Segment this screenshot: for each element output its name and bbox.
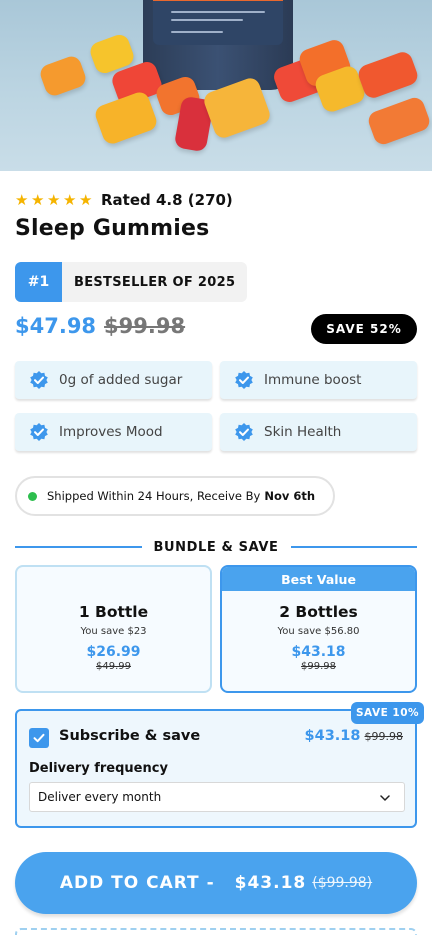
product-hero-image xyxy=(0,0,432,171)
subscribe-and-save-box: SAVE 10% Subscribe & save $43.18 $99.98 D… xyxy=(15,702,424,828)
feature-label: Immune boost xyxy=(264,372,362,388)
gummy-jar-image xyxy=(143,0,293,90)
original-price: $99.98 xyxy=(104,314,186,338)
feature-item: 0g of added sugar xyxy=(15,361,212,399)
bundle-option-2-bottles[interactable]: Best Value 2 Bottles You save $56.80 $43… xyxy=(220,565,417,693)
bundle-old-price: $49.99 xyxy=(96,661,131,672)
bundle-old-price: $99.98 xyxy=(301,661,336,672)
best-value-tag: Best Value xyxy=(222,567,415,591)
bundle-name: 1 Bottle xyxy=(78,603,149,621)
current-price: $47.98 xyxy=(15,314,97,338)
cart-old-price: ($99.98) xyxy=(312,875,373,891)
badge-rank: #1 xyxy=(15,262,62,302)
bundle-heading: BUNDLE & SAVE xyxy=(15,537,418,557)
feature-label: Improves Mood xyxy=(59,424,163,440)
feature-item: Skin Health xyxy=(220,413,417,451)
bundle-savings: You save $23 xyxy=(80,626,147,637)
check-icon xyxy=(33,733,45,743)
bundle-price: $26.99 xyxy=(86,644,141,660)
star-icon: ★ xyxy=(63,190,77,209)
check-badge-icon xyxy=(235,371,253,389)
shipping-text: Shipped Within 24 Hours, Receive By xyxy=(47,489,261,503)
subscribe-price-block: $43.18 $99.98 xyxy=(305,728,403,744)
cart-label: ADD TO CART - xyxy=(59,873,215,893)
product-title: Sleep Gummies xyxy=(15,216,210,241)
add-to-cart-button[interactable]: ADD TO CART - $43.18 ($99.98) xyxy=(15,852,417,914)
star-icon: ★ xyxy=(47,190,61,209)
next-section-box xyxy=(15,928,417,935)
feature-label: Skin Health xyxy=(264,424,342,440)
subscribe-title[interactable]: Subscribe & save xyxy=(59,728,200,744)
check-badge-icon xyxy=(235,423,253,441)
star-icon: ★ xyxy=(79,190,93,209)
delivery-date: Nov 6th xyxy=(264,489,316,503)
frequency-label: Delivery frequency xyxy=(29,761,168,776)
bundle-price: $43.18 xyxy=(291,644,346,660)
save-10-badge: SAVE 10% xyxy=(351,702,424,724)
badge-text: BESTSELLER OF 2025 xyxy=(62,262,248,302)
check-badge-icon xyxy=(30,423,48,441)
subscribe-price: $43.18 xyxy=(304,728,361,744)
feature-label: 0g of added sugar xyxy=(59,372,183,388)
bundle-savings: You save $56.80 xyxy=(277,626,360,637)
feature-item: Improves Mood xyxy=(15,413,212,451)
rating-text: Rated 4.8 (270) xyxy=(101,191,233,209)
cart-price: $43.18 xyxy=(234,873,307,893)
save-percent-badge: SAVE 52% xyxy=(311,314,417,344)
feature-item: Immune boost xyxy=(220,361,417,399)
price-row: $47.98 $99.98 xyxy=(15,314,185,338)
star-rating: ★ ★ ★ ★ ★ xyxy=(15,190,94,209)
star-icon: ★ xyxy=(31,190,45,209)
rating-row[interactable]: ★ ★ ★ ★ ★ Rated 4.8 (270) xyxy=(15,189,233,211)
bundle-title: BUNDLE & SAVE xyxy=(153,539,279,555)
bestseller-badge: #1 BESTSELLER OF 2025 xyxy=(15,262,248,302)
frequency-value: Deliver every month xyxy=(38,790,162,804)
chevron-down-icon xyxy=(380,795,390,801)
subscribe-old-price: $99.98 xyxy=(364,730,404,743)
check-badge-icon xyxy=(30,371,48,389)
star-icon: ★ xyxy=(15,190,29,209)
status-dot-icon xyxy=(28,491,37,501)
divider xyxy=(15,546,142,548)
divider xyxy=(290,546,418,548)
bundle-name: 2 Bottles xyxy=(279,603,358,621)
shipping-info: Shipped Within 24 Hours, Receive By Nov … xyxy=(15,476,335,516)
delivery-frequency-select[interactable]: Deliver every month xyxy=(29,782,405,812)
bundle-option-1-bottle[interactable]: 1 Bottle You save $23 $26.99 $49.99 xyxy=(15,565,212,693)
subscribe-checkbox[interactable] xyxy=(29,728,49,748)
